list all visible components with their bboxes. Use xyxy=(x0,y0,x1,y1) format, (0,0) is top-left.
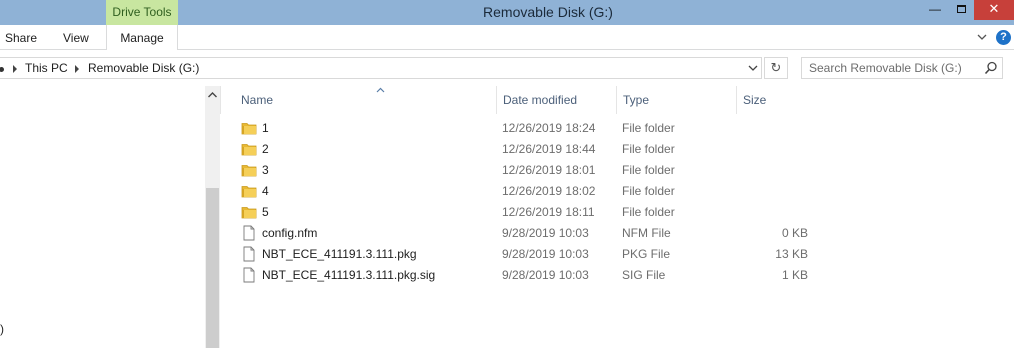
search-icon[interactable] xyxy=(984,61,998,75)
file-name: config.nfm xyxy=(262,226,318,240)
nav-pane-scrollbar[interactable] xyxy=(205,86,220,348)
file-row[interactable]: 3 12/26/2019 18:01 File folder xyxy=(220,160,1014,181)
file-row[interactable]: NBT_ECE_411191.3.111.pkg.sig 9/28/2019 10… xyxy=(220,265,1014,286)
tab-manage[interactable]: Manage xyxy=(106,25,178,51)
file-name: 5 xyxy=(262,205,269,219)
drive-tools-context-tab[interactable]: Drive Tools xyxy=(106,0,178,25)
file-name: 3 xyxy=(262,163,269,177)
address-history-dropdown-icon[interactable] xyxy=(745,60,761,76)
ribbon-tab-bar: Share View Manage ? xyxy=(0,25,1014,51)
file-type: File folder xyxy=(622,184,675,198)
file-row[interactable]: NBT_ECE_411191.3.111.pkg 9/28/2019 10:03 P… xyxy=(220,244,1014,265)
address-bar[interactable]: This PC Removable Disk (G:) xyxy=(0,57,762,79)
file-size: 1 KB xyxy=(781,268,808,282)
file-type: File folder xyxy=(622,205,675,219)
file-date-modified: 12/26/2019 18:24 xyxy=(502,121,596,135)
file-type: File folder xyxy=(622,163,675,177)
breadcrumb-chevron-icon[interactable] xyxy=(13,65,17,73)
file-type: NFM File xyxy=(622,226,671,240)
file-icon xyxy=(241,267,257,283)
file-name: 4 xyxy=(262,184,269,198)
folder-icon xyxy=(241,183,257,199)
file-name: 2 xyxy=(262,142,269,156)
file-name: NBT_ECE_411191.3.111.pkg.sig xyxy=(262,268,436,282)
search-input[interactable] xyxy=(802,58,978,78)
minimize-button[interactable]: — xyxy=(922,0,948,20)
column-header-row: Name Date modified Type Size xyxy=(220,86,1014,114)
minimize-icon: — xyxy=(929,2,941,16)
sort-ascending-icon xyxy=(376,87,385,93)
help-icon[interactable]: ? xyxy=(996,30,1011,45)
file-name: 1 xyxy=(262,121,269,135)
column-header-size-label: Size xyxy=(743,93,767,107)
file-date-modified: 9/28/2019 10:03 xyxy=(502,247,589,261)
nav-pane-clipped-text: ) xyxy=(0,322,4,336)
file-date-modified: 9/28/2019 10:03 xyxy=(502,268,589,282)
file-row[interactable]: 4 12/26/2019 18:02 File folder xyxy=(220,181,1014,202)
file-size: 0 KB xyxy=(781,226,808,240)
folder-icon xyxy=(241,204,257,220)
close-icon: ✕ xyxy=(988,1,1000,16)
file-date-modified: 12/26/2019 18:11 xyxy=(502,205,595,219)
column-header-type-label: Type xyxy=(623,93,650,107)
file-date-modified: 9/28/2019 10:03 xyxy=(502,226,589,240)
file-row[interactable]: config.nfm 9/28/2019 10:03 NFM File 0 KB xyxy=(220,223,1014,244)
tab-view[interactable]: View xyxy=(63,25,89,50)
folder-icon xyxy=(241,141,257,157)
refresh-icon: ↻ xyxy=(770,60,782,75)
search-box[interactable] xyxy=(801,57,1003,79)
folder-icon xyxy=(241,162,257,178)
refresh-button[interactable]: ↻ xyxy=(764,57,788,79)
file-date-modified: 12/26/2019 18:01 xyxy=(502,163,596,177)
file-icon xyxy=(241,246,257,262)
file-type: File folder xyxy=(622,142,675,156)
file-date-modified: 12/26/2019 18:02 xyxy=(502,184,596,198)
file-name: NBT_ECE_411191.3.111.pkg xyxy=(262,247,417,261)
tab-share[interactable]: Share xyxy=(5,25,37,50)
column-header-date-label: Date modified xyxy=(503,93,578,107)
title-bar: Drive Tools Removable Disk (G:) — ✕ xyxy=(0,0,1014,25)
column-header-size[interactable]: Size xyxy=(736,86,816,114)
maximize-button[interactable] xyxy=(948,0,974,20)
file-icon xyxy=(241,225,257,241)
folder-icon xyxy=(241,120,257,136)
address-row: This PC Removable Disk (G:) ↻ xyxy=(0,50,1014,86)
file-row[interactable]: 5 12/26/2019 18:11 File folder xyxy=(220,202,1014,223)
maximize-icon xyxy=(956,5,966,13)
file-type: PKG File xyxy=(622,247,671,261)
scrollbar-thumb[interactable] xyxy=(206,188,219,348)
file-type: File folder xyxy=(622,121,675,135)
breadcrumb-this-pc[interactable]: This PC xyxy=(25,61,68,75)
file-size: 13 KB xyxy=(775,247,808,261)
navigation-pane xyxy=(0,86,205,348)
breadcrumb-chevron-icon[interactable] xyxy=(75,65,79,73)
close-button[interactable]: ✕ xyxy=(974,0,1014,20)
column-header-name-label: Name xyxy=(241,93,274,107)
file-date-modified: 12/26/2019 18:44 xyxy=(502,142,596,156)
scroll-up-arrow-icon[interactable] xyxy=(205,86,220,104)
column-header-type[interactable]: Type xyxy=(616,86,736,114)
window-title: Removable Disk (G:) xyxy=(483,4,613,20)
column-header-name[interactable]: Name xyxy=(235,86,496,114)
breadcrumb-removable-disk[interactable]: Removable Disk (G:) xyxy=(88,61,199,75)
file-row[interactable]: 1 12/26/2019 18:24 File folder xyxy=(220,118,1014,139)
column-header-divider[interactable] xyxy=(220,86,221,114)
breadcrumb-root-icon[interactable] xyxy=(0,67,4,72)
expand-ribbon-chevron-icon[interactable] xyxy=(976,31,988,43)
file-row[interactable]: 2 12/26/2019 18:44 File folder xyxy=(220,139,1014,160)
column-header-date-modified[interactable]: Date modified xyxy=(496,86,616,114)
file-type: SIG File xyxy=(622,268,666,282)
